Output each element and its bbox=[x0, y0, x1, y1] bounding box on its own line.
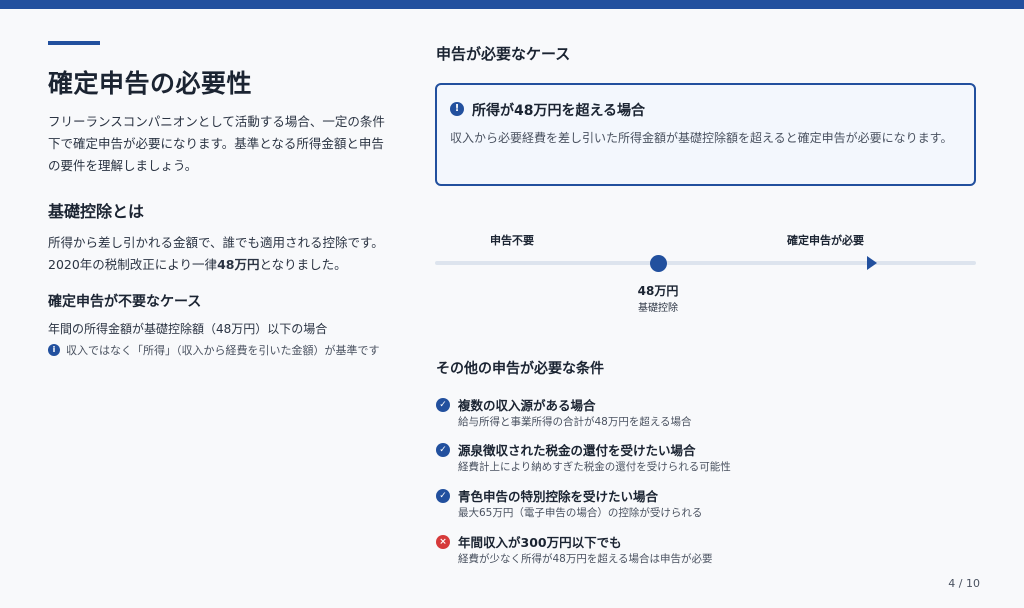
condition-description: 最大65万円（電子申告の場合）の控除が受けられる bbox=[458, 507, 703, 519]
other-conditions-heading: その他の申告が必要な条件 bbox=[436, 361, 604, 377]
condition-title: 複数の収入源がある場合 bbox=[458, 398, 596, 413]
condition-description: 経費が少なく所得が48万円を超える場合は申告が必要 bbox=[458, 553, 713, 565]
page-number: 4 / 10 bbox=[948, 577, 980, 590]
condition-title: 年間収入が300万円以下でも bbox=[458, 535, 622, 550]
page-title: 確定申告の必要性 bbox=[48, 69, 253, 98]
condition-title: 源泉徴収された税金の還付を受けたい場合 bbox=[458, 443, 696, 458]
basic-deduction-text: 所得から差し引かれる金額で、誰でも適用される控除です。2020年の税制改正により… bbox=[48, 232, 388, 276]
timeline-arrow-icon bbox=[867, 256, 877, 270]
timeline-amount-label: 基礎控除 bbox=[638, 303, 678, 314]
top-accent-bar bbox=[0, 0, 1024, 9]
basic-deduction-text-post: となりました。 bbox=[259, 257, 347, 272]
title-accent-line bbox=[48, 41, 100, 45]
not-needed-note: i 収入ではなく「所得」（収入から経費を引いた金額）が基準です bbox=[48, 342, 388, 359]
basic-deduction-amount: 48万円 bbox=[217, 257, 260, 272]
timeline-amount: 48万円 bbox=[637, 284, 679, 298]
check-icon: ✓ bbox=[436, 489, 450, 503]
condition-description: 給与所得と事業所得の合計が48万円を超える場合 bbox=[458, 416, 692, 428]
case-description: 収入から必要経費を差し引いた所得金額が基礎控除額を超えると確定申告が必要になりま… bbox=[450, 131, 953, 145]
timeline-threshold-marker bbox=[650, 255, 667, 272]
case-title: 所得が48万円を超える場合 bbox=[472, 103, 646, 119]
info-icon: i bbox=[48, 344, 60, 356]
condition-description: 経費計上により納めすぎた税金の還付を受けられる可能性 bbox=[458, 461, 731, 473]
condition-title: 青色申告の特別控除を受けたい場合 bbox=[458, 489, 659, 504]
note-text: 収入ではなく「所得」（収入から経費を引いた金額）が基準です bbox=[66, 344, 380, 357]
basic-deduction-heading: 基礎控除とは bbox=[48, 202, 145, 221]
timeline-right-label: 確定申告が必要 bbox=[787, 234, 864, 247]
timeline-track bbox=[435, 261, 976, 265]
timeline-left-label: 申告不要 bbox=[490, 234, 534, 247]
exclamation-icon: ! bbox=[450, 102, 464, 116]
filing-required-case-box: ! 所得が48万円を超える場合 収入から必要経費を差し引いた所得金額が基礎控除額… bbox=[435, 83, 976, 186]
cross-icon: × bbox=[436, 535, 450, 549]
filing-required-heading: 申告が必要なケース bbox=[436, 45, 571, 63]
intro-text: フリーランスコンパニオンとして活動する場合、一定の条件下で確定申告が必要になりま… bbox=[48, 114, 385, 173]
check-icon: ✓ bbox=[436, 398, 450, 412]
not-needed-heading: 確定申告が不要なケース bbox=[48, 294, 202, 310]
not-needed-text: 年間の所得金額が基礎控除額（48万円）以下の場合 bbox=[48, 322, 328, 336]
check-icon: ✓ bbox=[436, 443, 450, 457]
